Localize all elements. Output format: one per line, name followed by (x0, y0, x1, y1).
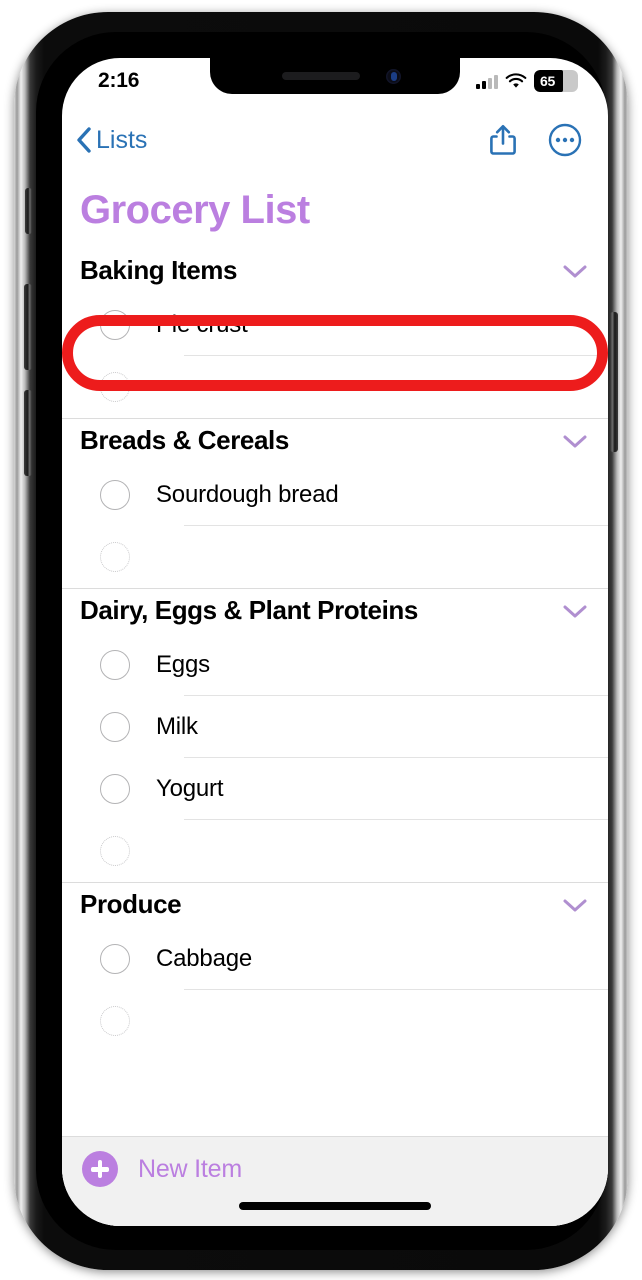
notch (210, 58, 460, 94)
list-row[interactable]: Milk (62, 696, 608, 758)
battery-percent-label: 65 (540, 73, 555, 89)
share-icon[interactable] (488, 123, 518, 157)
phone-screen: 2:16 65 Lists Grocery List Baking Items … (62, 58, 608, 1226)
checkbox-circle-icon[interactable] (100, 712, 130, 742)
section-title: Produce (80, 889, 182, 919)
chevron-left-icon (77, 127, 91, 153)
speaker-grille (282, 72, 360, 80)
list-row-placeholder[interactable] (62, 356, 608, 418)
navigation-bar: Lists (62, 104, 608, 176)
list-row[interactable]: Pie crust (62, 294, 608, 356)
volume-up-button[interactable] (24, 284, 32, 370)
cellular-bars-icon (476, 74, 498, 89)
list-row-placeholder[interactable] (62, 526, 608, 588)
list-section: Produce Cabbage (62, 882, 608, 1052)
section-title: Breads & Cereals (80, 425, 289, 455)
section-header[interactable]: Breads & Cereals (62, 419, 608, 464)
volume-down-button[interactable] (24, 390, 32, 476)
wifi-icon (505, 73, 527, 88)
section-header[interactable]: Produce (62, 883, 608, 928)
front-camera-icon (386, 69, 401, 84)
home-indicator[interactable] (239, 1202, 431, 1210)
list-section: Dairy, Eggs & Plant Proteins Eggs Milk Yogu… (62, 588, 608, 882)
list-row[interactable]: Sourdough bread (62, 464, 608, 526)
page-title: Grocery List (80, 188, 310, 232)
new-item-label: New Item (138, 1155, 242, 1183)
list-section: Breads & Cereals Sourdough bread (62, 418, 608, 588)
checkbox-circle-icon[interactable] (100, 1006, 130, 1036)
new-item-button[interactable]: New Item (62, 1136, 608, 1226)
checkbox-circle-icon[interactable] (100, 480, 130, 510)
checkbox-circle-icon[interactable] (100, 650, 130, 680)
section-title: Dairy, Eggs & Plant Proteins (80, 595, 418, 625)
nav-actions (488, 123, 582, 157)
list-body: Grocery List Baking Items Pie crust Breads… (62, 176, 608, 1226)
back-to-lists-button[interactable]: Lists (76, 126, 147, 155)
checkbox-circle-icon[interactable] (100, 310, 130, 340)
device-frame: 2:16 65 Lists Grocery List Baking Items … (14, 12, 628, 1270)
checkbox-circle-icon[interactable] (100, 372, 130, 402)
battery-icon: 65 (534, 70, 578, 92)
section-header[interactable]: Dairy, Eggs & Plant Proteins (62, 589, 608, 634)
chevron-down-icon[interactable] (562, 433, 588, 449)
checkbox-circle-icon[interactable] (100, 944, 130, 974)
item-label: Eggs (156, 651, 210, 678)
list-row-placeholder[interactable] (62, 820, 608, 882)
checkbox-circle-icon[interactable] (100, 542, 130, 572)
silent-switch-button[interactable] (25, 188, 32, 234)
list-row[interactable]: Eggs (62, 634, 608, 696)
checkbox-circle-icon[interactable] (100, 774, 130, 804)
plus-circle-icon (82, 1151, 118, 1187)
more-circle-icon[interactable] (548, 123, 582, 157)
item-label: Yogurt (156, 775, 224, 802)
chevron-down-icon[interactable] (562, 263, 588, 279)
power-button[interactable] (610, 312, 618, 452)
status-indicators: 65 (476, 70, 578, 92)
item-label: Cabbage (156, 945, 253, 972)
list-section: Baking Items Pie crust (62, 249, 608, 418)
section-title: Baking Items (80, 255, 238, 285)
status-time: 2:16 (98, 69, 140, 92)
sections-container: Baking Items Pie crust Breads & Cereals Sou… (62, 249, 608, 1052)
list-row[interactable]: Cabbage (62, 928, 608, 990)
list-row-placeholder[interactable] (62, 990, 608, 1052)
item-label: Sourdough bread (156, 481, 339, 508)
item-label: Milk (156, 713, 198, 740)
chevron-down-icon[interactable] (562, 897, 588, 913)
checkbox-circle-icon[interactable] (100, 836, 130, 866)
list-row[interactable]: Yogurt (62, 758, 608, 820)
item-label: Pie crust (156, 311, 248, 338)
chevron-down-icon[interactable] (562, 603, 588, 619)
back-button-label: Lists (96, 125, 148, 154)
section-header[interactable]: Baking Items (62, 249, 608, 294)
